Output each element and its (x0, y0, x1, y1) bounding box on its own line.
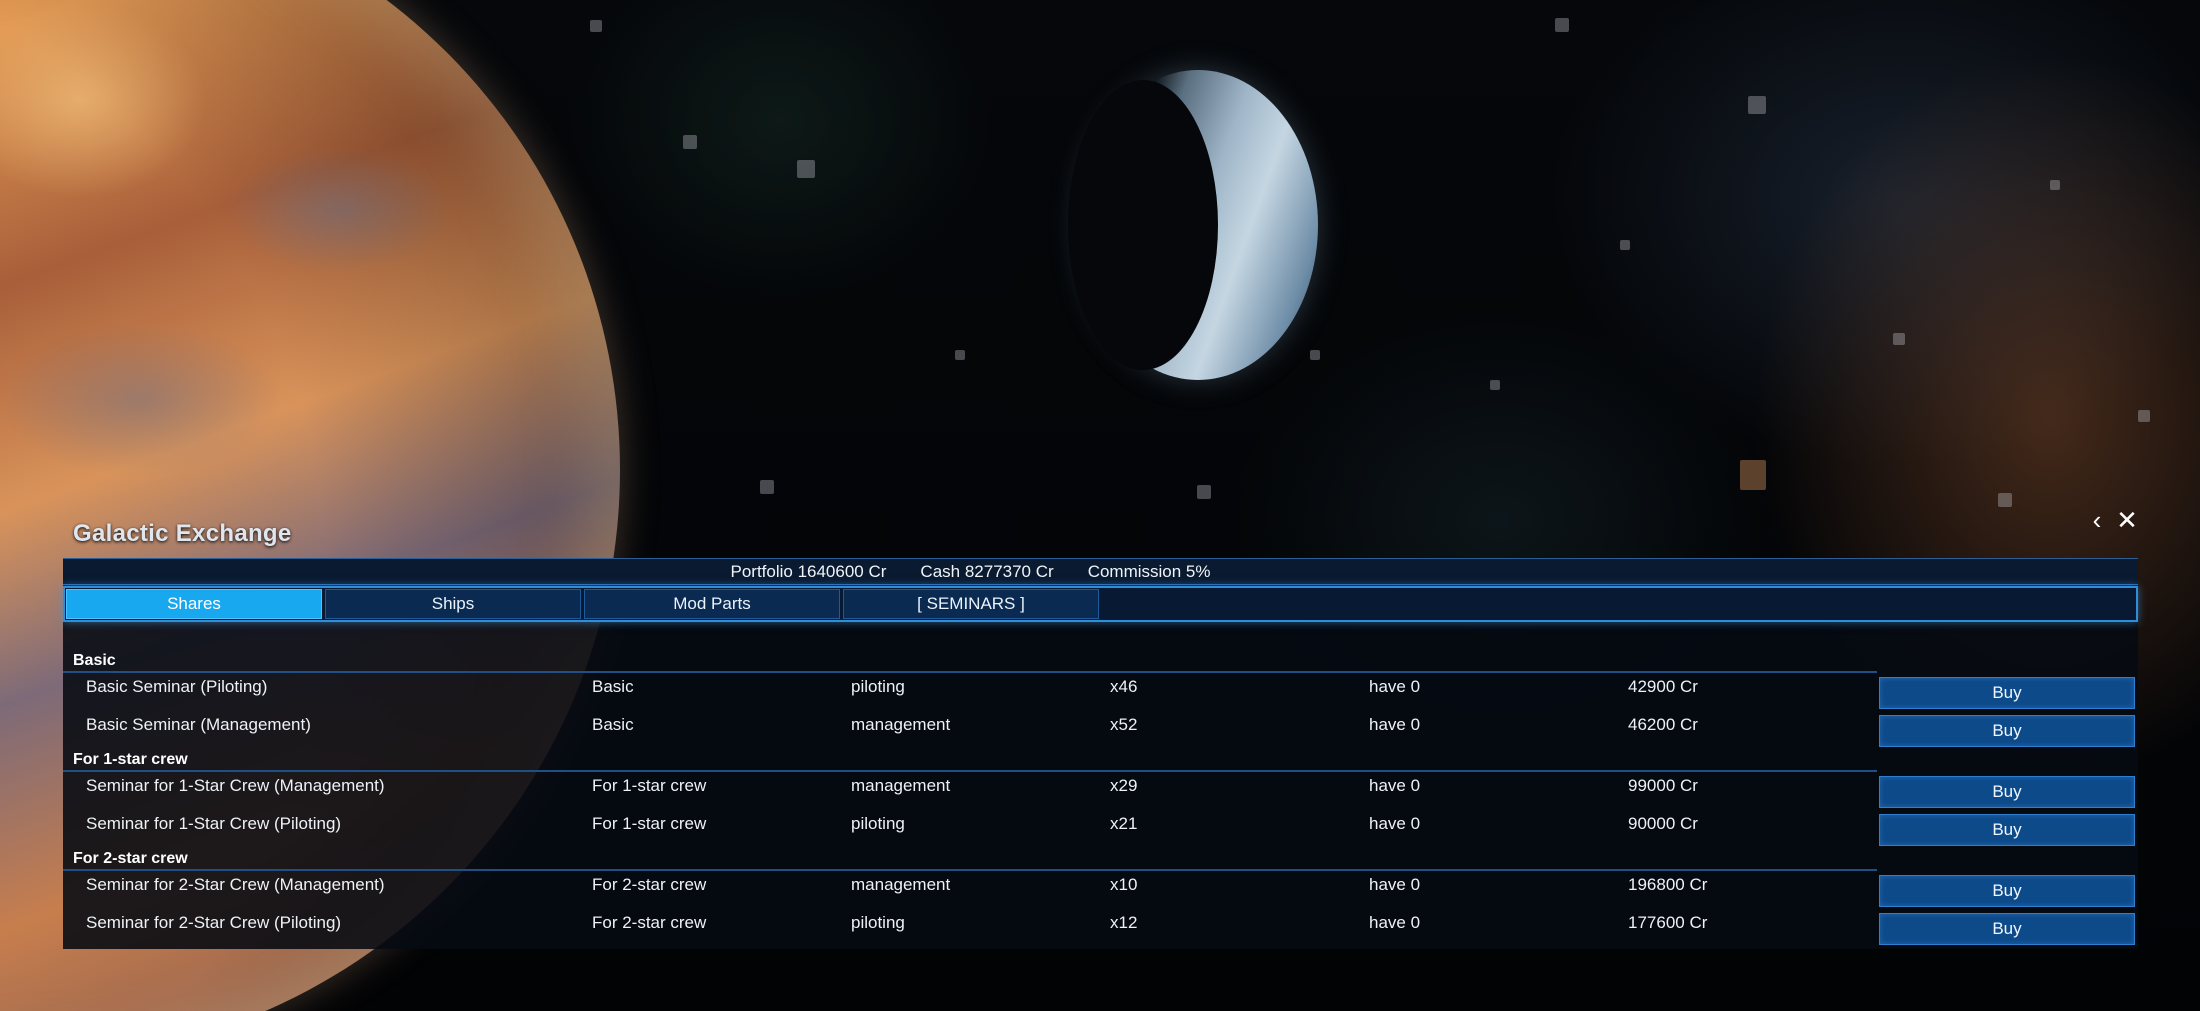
star (955, 350, 965, 360)
tab-ships[interactable]: Ships (325, 589, 581, 619)
item-skill: management (851, 776, 951, 795)
item-name: Seminar for 2-Star Crew (Piloting) (86, 912, 342, 932)
star (1555, 18, 1569, 32)
item-multiplier: x52 (1110, 714, 1138, 734)
list-item: Seminar for 2-Star Crew (Management) For… (63, 869, 2138, 907)
buy-button[interactable]: Buy (1879, 776, 2135, 808)
item-tier: Basic (592, 677, 634, 696)
star (1310, 350, 1320, 360)
window-controls: ‹ ✕ (2085, 505, 2139, 535)
tab-bar: Shares Ships Mod Parts [ SEMINARS ] (63, 586, 2138, 622)
list-item: Basic Seminar (Piloting) Basic piloting … (63, 671, 2138, 709)
item-price: 99000 Cr (1628, 776, 1698, 795)
item-price: 46200 Cr (1628, 714, 1698, 734)
tab-mod-parts[interactable]: Mod Parts (584, 589, 840, 619)
item-name: Basic Seminar (Piloting) (86, 677, 268, 696)
star (1740, 460, 1766, 490)
item-owned: have 0 (1369, 813, 1421, 833)
item-tier: For 1-star crew (592, 776, 707, 795)
commission-value: Commission 5% (1087, 561, 1211, 581)
item-skill: management (851, 714, 951, 734)
item-multiplier: x29 (1110, 776, 1138, 795)
star (1748, 96, 1766, 114)
item-tier: Basic (592, 714, 634, 734)
item-skill: piloting (851, 677, 905, 696)
list-item: Basic Seminar (Management) Basic managem… (63, 709, 2138, 747)
star (1893, 333, 1905, 345)
group-header-2-star: For 2-star crew (63, 845, 2138, 871)
item-price: 177600 Cr (1628, 912, 1708, 932)
close-icon[interactable]: ✕ (2115, 505, 2139, 535)
item-owned: have 0 (1369, 875, 1421, 894)
chevron-left-icon[interactable]: ‹ (2085, 505, 2109, 535)
star (2138, 410, 2150, 422)
item-name: Seminar for 1-Star Crew (Piloting) (86, 813, 342, 833)
cash-value: Cash 8277370 Cr (920, 561, 1054, 581)
star (1998, 493, 2012, 507)
item-skill: piloting (851, 912, 905, 932)
window-title: Galactic Exchange (73, 520, 292, 547)
item-name: Basic Seminar (Management) (86, 714, 311, 734)
item-owned: have 0 (1369, 912, 1421, 932)
list-item: Seminar for 1-Star Crew (Management) For… (63, 770, 2138, 808)
star (797, 160, 815, 178)
item-price: 90000 Cr (1628, 813, 1698, 833)
item-owned: have 0 (1369, 677, 1421, 696)
item-tier: For 1-star crew (592, 813, 707, 833)
portfolio-value: Portfolio 1640600 Cr (730, 561, 887, 581)
exchange-panel: Portfolio 1640600 Cr Cash 8277370 Cr Com… (63, 558, 2138, 949)
blue-moon (1068, 70, 1318, 380)
seminar-list: Basic Basic Seminar (Piloting) Basic pil… (63, 647, 2138, 945)
tab-shares[interactable]: Shares (66, 589, 322, 619)
buy-button[interactable]: Buy (1879, 912, 2135, 945)
star (1620, 240, 1630, 250)
item-price: 42900 Cr (1628, 677, 1698, 696)
tab-seminars[interactable]: [ SEMINARS ] (843, 589, 1099, 619)
item-owned: have 0 (1369, 776, 1421, 795)
list-item: Seminar for 2-Star Crew (Piloting) For 2… (63, 907, 2138, 945)
list-item: Seminar for 1-Star Crew (Piloting) For 1… (63, 808, 2138, 846)
star (1490, 380, 1500, 390)
star (590, 20, 602, 32)
item-multiplier: x10 (1110, 875, 1138, 894)
star (760, 480, 774, 494)
summary-bar: Portfolio 1640600 Cr Cash 8277370 Cr Com… (63, 559, 2138, 585)
item-owned: have 0 (1369, 714, 1421, 734)
group-header-1-star: For 1-star crew (63, 746, 2138, 772)
item-multiplier: x12 (1110, 912, 1138, 932)
star (1197, 485, 1211, 499)
buy-button[interactable]: Buy (1879, 813, 2135, 846)
buy-button[interactable]: Buy (1879, 677, 2135, 709)
star (683, 135, 697, 149)
star (2050, 180, 2060, 190)
item-multiplier: x21 (1110, 813, 1138, 833)
item-skill: management (851, 875, 951, 894)
item-price: 196800 Cr (1628, 875, 1708, 894)
item-name: Seminar for 2-Star Crew (Management) (86, 875, 385, 894)
item-tier: For 2-star crew (592, 912, 707, 932)
item-tier: For 2-star crew (592, 875, 707, 894)
item-multiplier: x46 (1110, 677, 1138, 696)
buy-button[interactable]: Buy (1879, 875, 2135, 907)
item-skill: piloting (851, 813, 905, 833)
buy-button[interactable]: Buy (1879, 714, 2135, 747)
item-name: Seminar for 1-Star Crew (Management) (86, 776, 385, 795)
group-header-basic: Basic (63, 647, 2138, 673)
